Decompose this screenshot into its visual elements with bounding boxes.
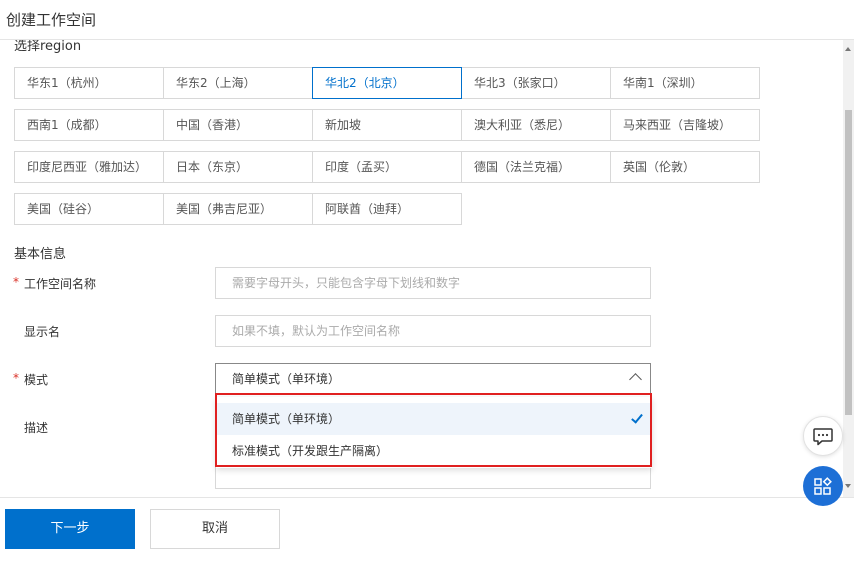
mode-option-simple[interactable]: 简单模式（单环境） — [216, 403, 652, 435]
region-option[interactable]: 华北3（张家口） — [461, 67, 611, 99]
region-option[interactable]: 印度（孟买） — [312, 151, 462, 183]
basic-info-title: 基本信息 — [14, 247, 67, 262]
region-option[interactable]: 澳大利亚（悉尼） — [461, 109, 611, 141]
region-option[interactable]: 中国（香港） — [163, 109, 313, 141]
display-name-input[interactable]: 如果不填，默认为工作空间名称 — [215, 315, 651, 347]
region-option[interactable]: 西南1（成都） — [14, 109, 164, 141]
form-scroll-area[interactable]: 选择region 华东1（杭州） 华东2（上海） 华北2（北京） 华北3（张家口… — [0, 40, 843, 497]
mode-option-label: 简单模式（单环境） — [232, 412, 341, 426]
mode-label: 模式 — [24, 373, 49, 387]
region-option-selected[interactable]: 华北2（北京） — [312, 67, 462, 99]
chevron-up-icon — [629, 373, 642, 386]
required-mark: * — [13, 371, 19, 385]
mode-select-value: 简单模式（单环境） — [232, 372, 341, 386]
dialog-header: 创建工作空间 — [0, 0, 854, 40]
region-option[interactable]: 美国（弗吉尼亚） — [163, 193, 313, 225]
scroll-down-arrow-icon[interactable] — [845, 484, 851, 488]
chat-button[interactable] — [803, 416, 843, 456]
workspace-name-label: 工作空间名称 — [24, 277, 97, 291]
region-option[interactable]: 华东1（杭州） — [14, 67, 164, 99]
region-option[interactable]: 日本（东京） — [163, 151, 313, 183]
scrollbar-thumb[interactable] — [845, 110, 852, 415]
region-section-label: 选择region — [14, 40, 82, 54]
scroll-up-arrow-icon[interactable] — [845, 47, 851, 51]
workspace-name-input[interactable]: 需要字母开头，只能包含字母下划线和数字 — [215, 267, 651, 299]
region-option[interactable]: 美国（硅谷） — [14, 193, 164, 225]
region-option[interactable]: 印度尼西亚（雅加达） — [14, 151, 164, 183]
apps-button[interactable] — [803, 466, 843, 506]
apps-grid-icon — [814, 477, 832, 495]
required-mark: * — [13, 275, 19, 289]
region-option[interactable]: 马来西亚（吉隆坡） — [610, 109, 760, 141]
region-option[interactable]: 英国（伦敦） — [610, 151, 760, 183]
cancel-button[interactable]: 取消 — [150, 509, 280, 549]
region-option[interactable]: 华南1（深圳） — [610, 67, 760, 99]
dialog-footer: 下一步 取消 — [0, 497, 854, 566]
vertical-scrollbar[interactable] — [843, 40, 854, 497]
description-label: 描述 — [24, 421, 49, 435]
region-option[interactable]: 阿联酋（迪拜） — [312, 193, 462, 225]
region-option[interactable]: 华东2（上海） — [163, 67, 313, 99]
region-option[interactable]: 新加坡 — [312, 109, 462, 141]
display-name-label: 显示名 — [24, 325, 61, 339]
region-option[interactable]: 德国（法兰克福） — [461, 151, 611, 183]
checkmark-icon — [631, 411, 643, 424]
next-step-button[interactable]: 下一步 — [5, 509, 135, 549]
mode-select[interactable]: 简单模式（单环境） — [215, 363, 651, 395]
mode-dropdown-menu: 简单模式（单环境） 标准模式（开发跟生产隔离） — [216, 397, 652, 468]
mode-option-label: 标准模式（开发跟生产隔离） — [232, 444, 389, 458]
mode-option-standard[interactable]: 标准模式（开发跟生产隔离） — [216, 435, 652, 467]
chat-bubble-icon — [813, 428, 833, 446]
dialog-title: 创建工作空间 — [6, 11, 97, 29]
